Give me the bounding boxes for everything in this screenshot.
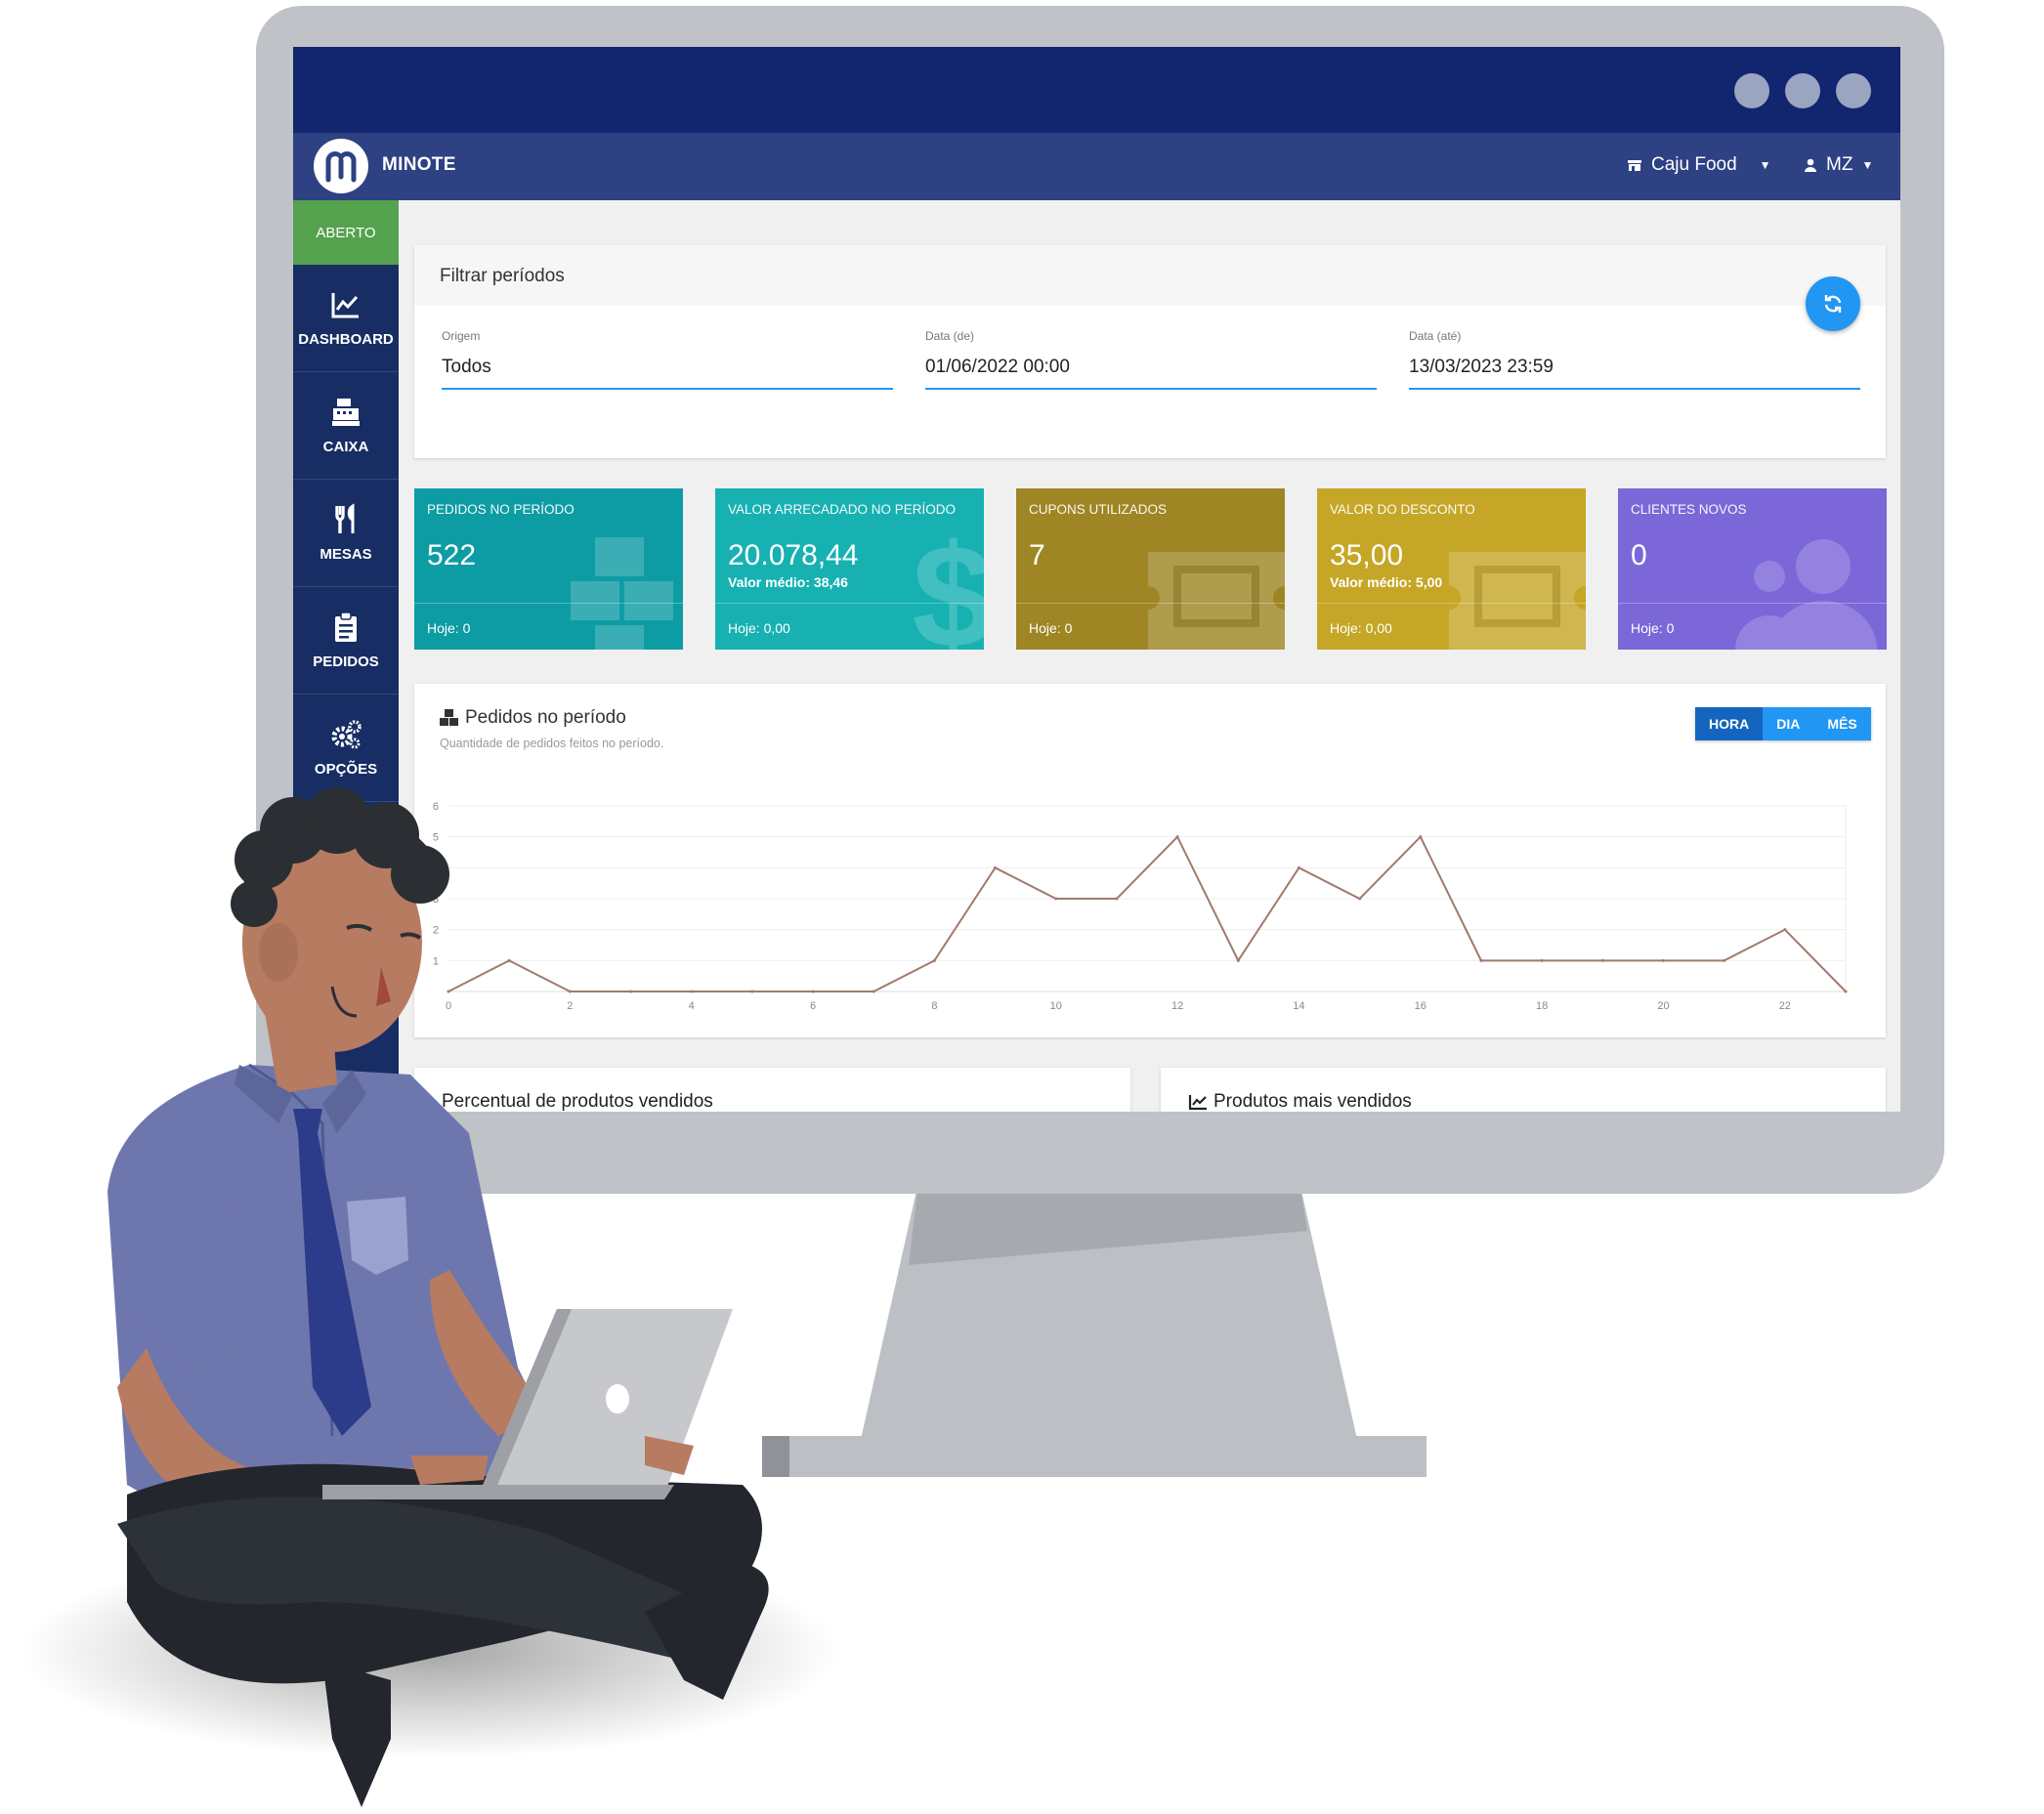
person-illustration <box>20 787 840 1807</box>
